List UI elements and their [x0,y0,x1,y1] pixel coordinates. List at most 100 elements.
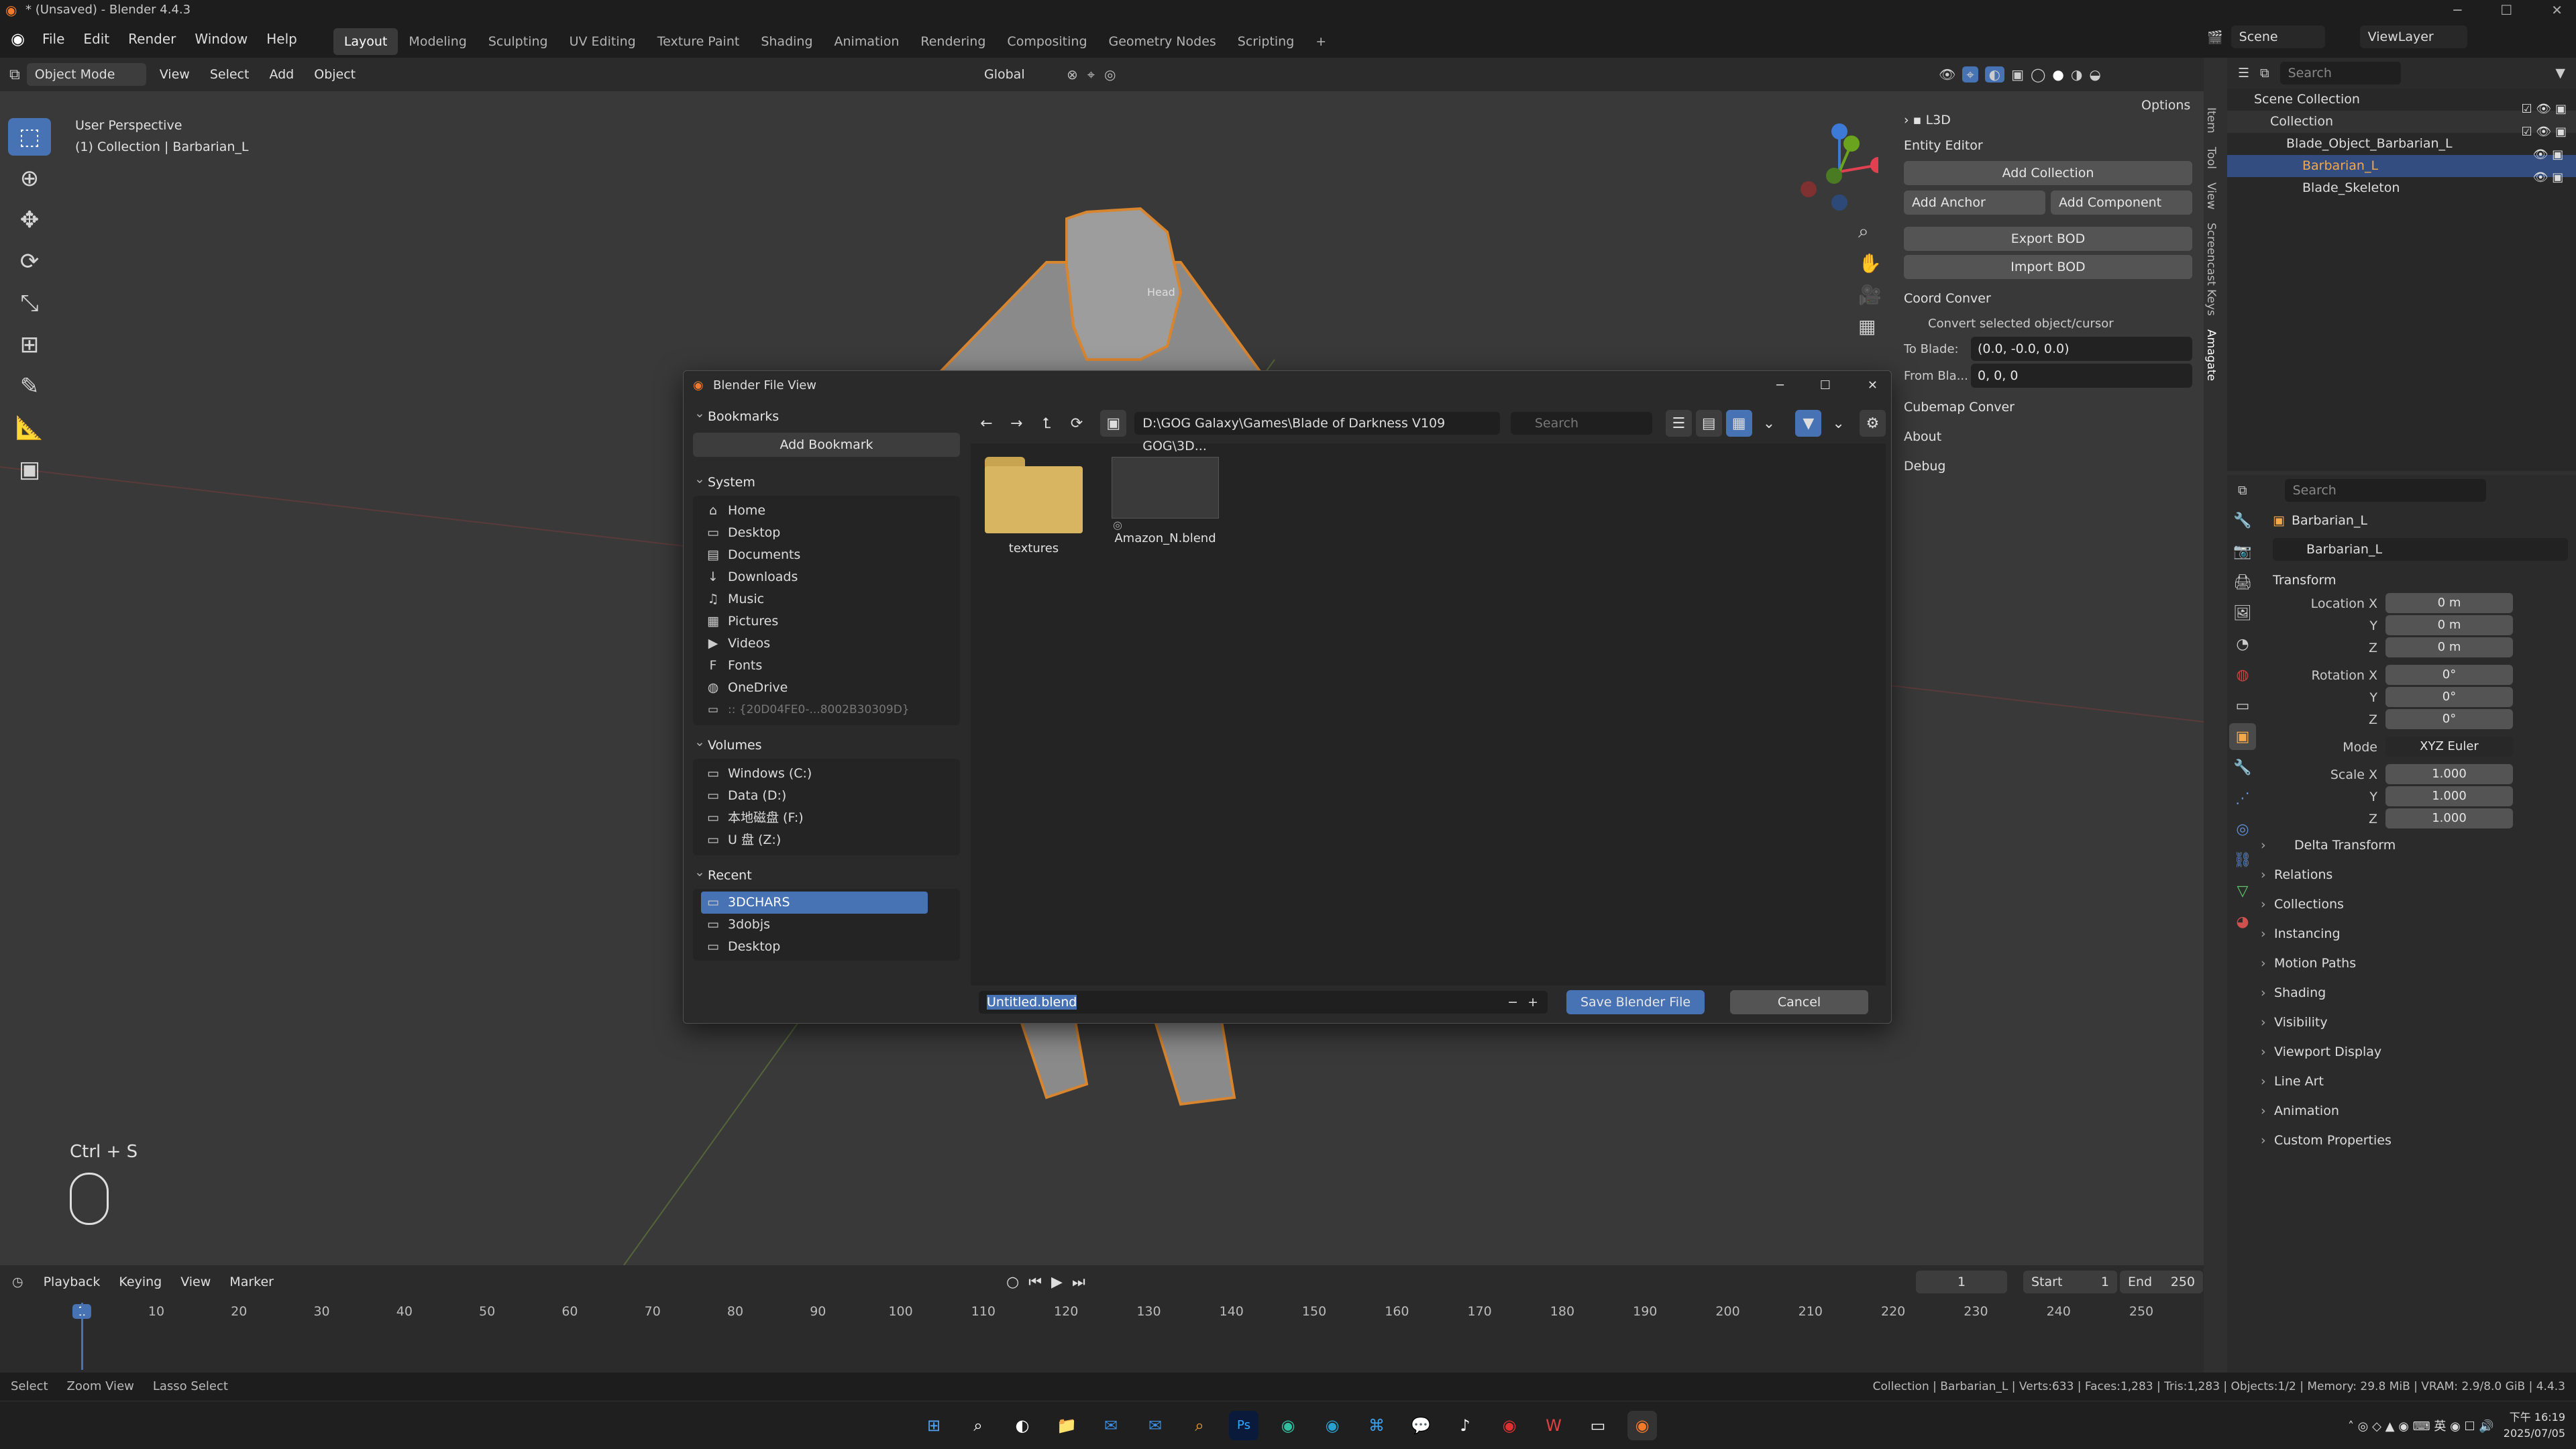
search-app-icon[interactable]: ⌕ [1185,1411,1214,1440]
gizmo-icon[interactable]: ⌖ [1962,66,1978,83]
dialog-close-icon[interactable]: ✕ [1868,371,1878,400]
bookmarks-header[interactable]: Bookmarks [690,400,963,430]
camera-view-icon[interactable]: 🎥 [1858,284,1882,306]
current-frame-field[interactable]: 1 [1916,1271,2007,1293]
tab-compositing[interactable]: Compositing [996,28,1097,55]
volume-d[interactable]: ▭ Data (D:) [693,785,960,807]
entity-editor-header[interactable]: Entity Editor [1904,133,2192,158]
props-editor-icon[interactable]: ⧉ [2238,483,2247,498]
timeline-editor-icon[interactable]: ◷ [12,1275,23,1289]
visibility-section[interactable]: Visibility [2227,1008,2576,1037]
edge-icon[interactable]: ◉ [1273,1411,1303,1440]
visibility-icon[interactable]: 👁 [1939,66,1955,83]
save-blender-file-button[interactable]: Save Blender File [1566,990,1705,1014]
tiktok-icon[interactable]: ♪ [1450,1411,1480,1440]
start-frame-field[interactable]: Start 1 [2023,1271,2117,1293]
shading-section[interactable]: Shading [2227,978,2576,1008]
view-layer-tab-icon[interactable]: 🖼 [2229,600,2256,627]
cursor-tool[interactable]: ⊕ [8,160,51,197]
eye-icon[interactable]: 👁 ▣ [2522,148,2567,162]
instancing-section[interactable]: Instancing [2227,919,2576,949]
eye-icon[interactable]: 👁 ▣ [2522,170,2567,184]
scale-tool[interactable]: ⤡ [8,284,51,322]
start-icon[interactable]: ⊞ [919,1411,949,1440]
terminal-icon[interactable]: ▭ [1583,1411,1613,1440]
maximize-icon[interactable]: ☐ [2500,0,2512,20]
menu-marker[interactable]: Marker [221,1275,282,1289]
eye-icon[interactable]: ☑ 👁 ▣ [2522,125,2567,139]
wps-icon[interactable]: W [1539,1411,1568,1440]
viewport-display-section[interactable]: Viewport Display [2227,1037,2576,1067]
decrement-icon[interactable]: − [1507,991,1518,1014]
add-workspace-icon[interactable]: + [1305,28,1337,55]
increment-icon[interactable]: + [1527,991,1538,1014]
output-tab-icon[interactable]: 🖨 [2229,569,2256,596]
recent-desktop[interactable]: ▭ Desktop [693,936,960,958]
search-icon[interactable]: ⌕ [963,1411,993,1440]
menu-help[interactable]: Help [257,20,307,58]
menu-edit[interactable]: Edit [74,20,119,58]
clock-date[interactable]: 2025/07/05 [2504,1426,2565,1442]
dialog-maximize-icon[interactable]: ☐ [1820,371,1831,400]
filter-icon[interactable]: ▼ [2555,66,2565,80]
volume-f[interactable]: ▭ 本地磁盘 (F:) [693,807,960,829]
transform-header[interactable]: Transform [2227,568,2576,593]
volume-z[interactable]: ▭ U 盘 (Z:) [693,829,960,851]
netease-icon[interactable]: ◉ [1495,1411,1524,1440]
select-box-tool[interactable]: ⬚ [8,118,51,156]
tab-amagate[interactable]: Amagate [2204,329,2218,381]
filter-files-icon[interactable]: ▼ [1795,410,1822,437]
wechat-icon[interactable]: 💬 [1406,1411,1436,1440]
vertical-list-icon[interactable]: ☰ [1666,410,1692,437]
menu-timeline-view[interactable]: View [172,1275,219,1289]
navigation-gizmo[interactable] [1784,118,1878,219]
tab-texture-paint[interactable]: Texture Paint [647,28,751,55]
outliner-search[interactable]: Search [2279,62,2401,85]
tab-uv-editing[interactable]: UV Editing [559,28,647,55]
place-onedrive[interactable]: ◍ OneDrive [693,677,960,699]
proportional-edit-icon[interactable]: ◎ [1104,66,1116,83]
tab-tool[interactable]: Tool [2204,147,2218,169]
horizontal-list-icon[interactable]: ▤ [1695,410,1722,437]
browser-icon[interactable]: ◉ [1318,1411,1347,1440]
add-anchor-dropdown[interactable]: Add Anchor [1904,191,2045,215]
relations-section[interactable]: Relations [2227,860,2576,890]
tab-geometry-nodes[interactable]: Geometry Nodes [1098,28,1227,55]
modifier-tab-icon[interactable]: 🔧 [2229,754,2256,781]
settings-gear-icon[interactable]: ⚙ [1860,410,1886,437]
eye-icon[interactable]: ☑ 👁 ▣ [2522,102,2567,116]
cubemap-conver-header[interactable]: Cubemap Conver [1904,394,2192,420]
jump-end-icon[interactable]: ⏭ [1072,1274,1085,1291]
scale-z-field[interactable]: 1.000 [2385,808,2513,828]
dialog-minimize-icon[interactable]: ─ [1776,371,1784,400]
recent-3dobjs[interactable]: ▭ 3dobjs [693,914,960,936]
custom-properties-section[interactable]: Custom Properties [2227,1126,2576,1155]
export-bod-button[interactable]: Export BOD [1904,227,2192,251]
file-item-textures[interactable]: textures [979,457,1089,555]
scale-y-field[interactable]: 1.000 [2385,786,2513,806]
collections-section[interactable]: Collections [2227,890,2576,919]
pan-hand-icon[interactable]: ✋ [1858,252,1882,274]
physics-tab-icon[interactable]: ◎ [2229,816,2256,843]
file-search-input[interactable]: Search [1510,412,1652,435]
motion-paths-section[interactable]: Motion Paths [2227,949,2576,978]
rotation-z-field[interactable]: 0° [2385,709,2513,729]
annotate-tool[interactable]: ✎ [8,368,51,405]
tool-tab-icon[interactable]: 🔧 [2229,507,2256,534]
end-frame-field[interactable]: End 250 [2120,1271,2203,1293]
display-mode-icon[interactable]: ⧉ [2260,66,2269,80]
back-icon[interactable]: ← [973,410,1000,437]
render-shading-icon[interactable]: ◒ [2089,66,2100,83]
rotate-tool[interactable]: ⟳ [8,243,51,280]
tab-shading[interactable]: Shading [750,28,823,55]
widgets-icon[interactable]: ◐ [1008,1411,1037,1440]
tab-scripting[interactable]: Scripting [1227,28,1305,55]
menu-view[interactable]: View [153,67,197,82]
place-documents[interactable]: ▤ Documents [693,544,960,566]
path-field[interactable]: D:\GOG Galaxy\Games\Blade of Darkness V1… [1134,412,1500,453]
object-tab-icon[interactable]: ▣ [2229,723,2256,750]
photoshop-icon[interactable]: Ps [1229,1410,1258,1440]
filename-input[interactable]: Untitled.blend − + [979,991,1548,1014]
snap-icon[interactable]: ⌖ [1087,66,1095,83]
scale-x-field[interactable]: 1.000 [2385,764,2513,784]
